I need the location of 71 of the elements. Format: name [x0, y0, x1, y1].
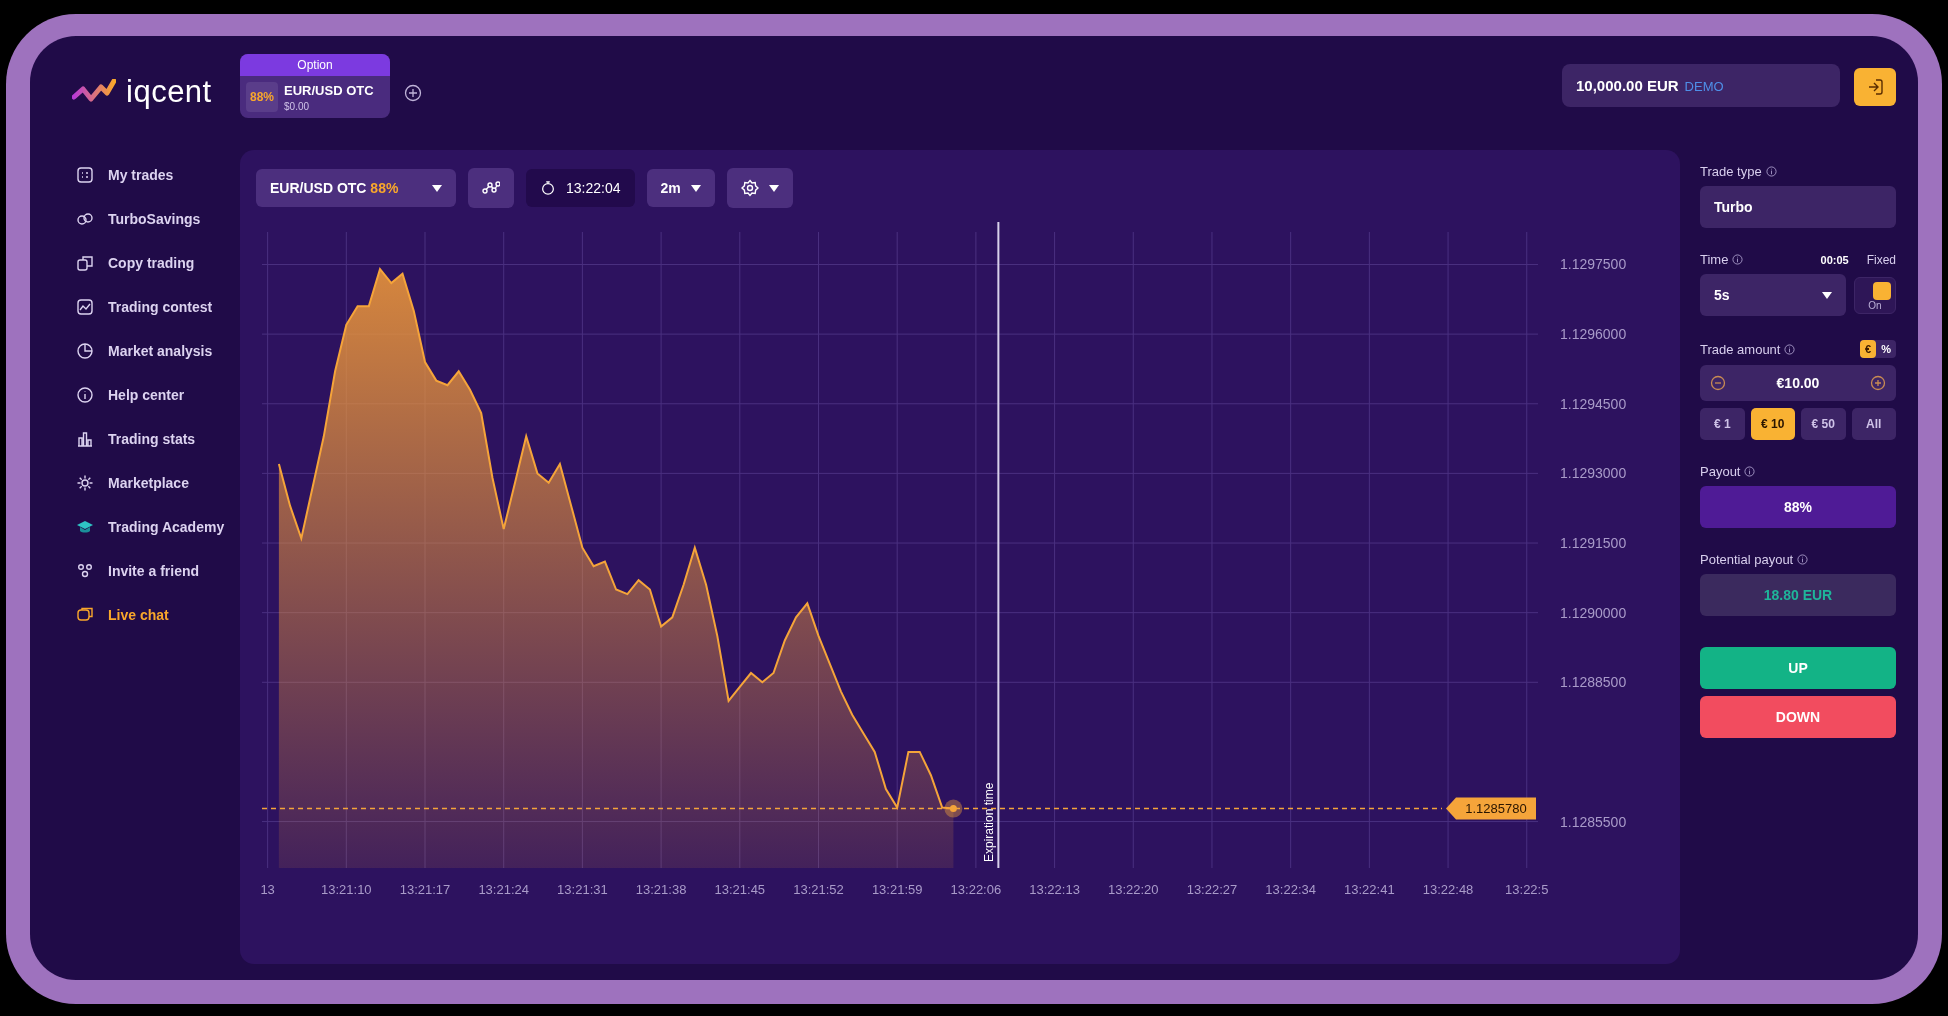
sidebar-item[interactable]: Copy trading	[54, 248, 240, 278]
field-label: Payout	[1700, 464, 1741, 479]
amount-preset[interactable]: € 10	[1750, 408, 1795, 440]
balance-amount: 10,000.00 EUR	[1576, 77, 1679, 94]
time-tick-label: 13:22:5	[1505, 882, 1549, 897]
balance-display[interactable]: 10,000.00 EUR DEMO	[1562, 64, 1840, 107]
potential-payout-field: 18.80 EUR	[1700, 574, 1896, 616]
payout-field: 88%	[1700, 486, 1896, 528]
time-tick-label: 13:22:41	[1344, 882, 1395, 897]
time-tick-label: 13:21:10	[321, 882, 372, 897]
sidebar-item[interactable]: TurboSavings	[54, 204, 240, 234]
time-tick-label: 13:22:34	[1265, 882, 1316, 897]
time-tick-label: 13:21:17	[399, 882, 451, 897]
price-tick-label: 1.1288500	[1560, 674, 1627, 691]
asset-name: EUR/USD OTC	[284, 82, 374, 98]
currency-mode-toggle[interactable]: %	[1876, 340, 1896, 358]
price-tick-label: 1.1297500	[1560, 256, 1627, 273]
time-tick-label: 13:22:48	[1422, 882, 1474, 897]
time-tick-label: 13:21:24	[478, 882, 529, 897]
amount-preset[interactable]: All	[1851, 408, 1896, 440]
time-tick-label: 13:22:06	[950, 882, 1002, 897]
currency-mode-toggle[interactable]: €	[1860, 340, 1877, 358]
time-tick-label: 13:21:59	[871, 882, 923, 897]
time-tick-label: 13:21:31	[557, 882, 608, 897]
server-clock: 13:22:04	[526, 169, 635, 207]
payout-percent: 88%	[246, 82, 279, 112]
price-tick-label: 1.1285500	[1560, 813, 1627, 830]
fixed-toggle[interactable]: On	[1854, 276, 1896, 314]
field-label: Potential payout	[1700, 552, 1794, 567]
sidebar-item[interactable]: My trades	[54, 160, 240, 190]
time-remaining: 00:05	[1820, 253, 1849, 266]
time-tick-label: 13:22:27	[1186, 882, 1238, 897]
time-tick-label: 13:21:52	[793, 882, 844, 897]
price-tick-label: 1.1296000	[1560, 326, 1627, 343]
sidebar-item[interactable]: Market analysis	[54, 336, 240, 366]
ref-line-label: 1.1285780	[1465, 801, 1527, 817]
sidebar-item[interactable]: Help center	[54, 380, 240, 410]
sidebar-item[interactable]: Invite a friend	[54, 556, 240, 586]
sidebar-item[interactable]: Trading stats	[54, 424, 240, 454]
amount-input[interactable]: €10.00	[1746, 374, 1850, 392]
timeframe-dropdown[interactable]: 2m	[646, 169, 715, 207]
sidebar-item[interactable]: Live chat	[54, 600, 240, 630]
field-label: Trade type	[1700, 164, 1762, 179]
field-label: Fixed	[1866, 252, 1896, 267]
current-price-tag: 1.1285780	[1446, 797, 1536, 820]
amount-preset[interactable]: € 1	[1700, 408, 1745, 440]
asset-dropdown[interactable]: EUR/USD OTC 88%	[256, 169, 456, 207]
down-button[interactable]: DOWN	[1700, 696, 1896, 738]
trade-type-field[interactable]: Turbo	[1700, 186, 1896, 228]
amount-field[interactable]: €10.00	[1700, 365, 1896, 401]
time-tick-label: 13:21:38	[635, 882, 687, 897]
expiration-label: Expiration time	[982, 782, 997, 862]
time-dropdown[interactable]: 5s	[1700, 274, 1846, 316]
sidebar-item[interactable]: Marketplace	[54, 468, 240, 498]
time-tick-label: 13:22:13	[1029, 882, 1080, 897]
sidebar-item[interactable]: Trading Academy	[54, 512, 240, 542]
asset-amount: $0.00	[284, 100, 311, 112]
account-mode: DEMO	[1684, 79, 1724, 94]
time-tick-label: 13	[260, 882, 275, 897]
sidebar-item[interactable]: Trading contest	[54, 292, 240, 322]
field-label: Trade amount	[1700, 341, 1781, 357]
time-tick-label: 13:21:45	[714, 882, 766, 897]
price-tick-label: 1.1291500	[1560, 535, 1627, 552]
price-tick-label: 1.1290000	[1560, 604, 1627, 621]
tab-badge: Option	[240, 54, 390, 76]
price-tick-label: 1.1293000	[1560, 465, 1627, 482]
time-tick-label: 13:22:20	[1107, 882, 1159, 897]
logo-text: iqcent	[126, 74, 212, 110]
field-label: Time	[1700, 252, 1729, 267]
price-tick-label: 1.1294500	[1560, 395, 1627, 412]
amount-preset[interactable]: € 50	[1801, 408, 1846, 440]
